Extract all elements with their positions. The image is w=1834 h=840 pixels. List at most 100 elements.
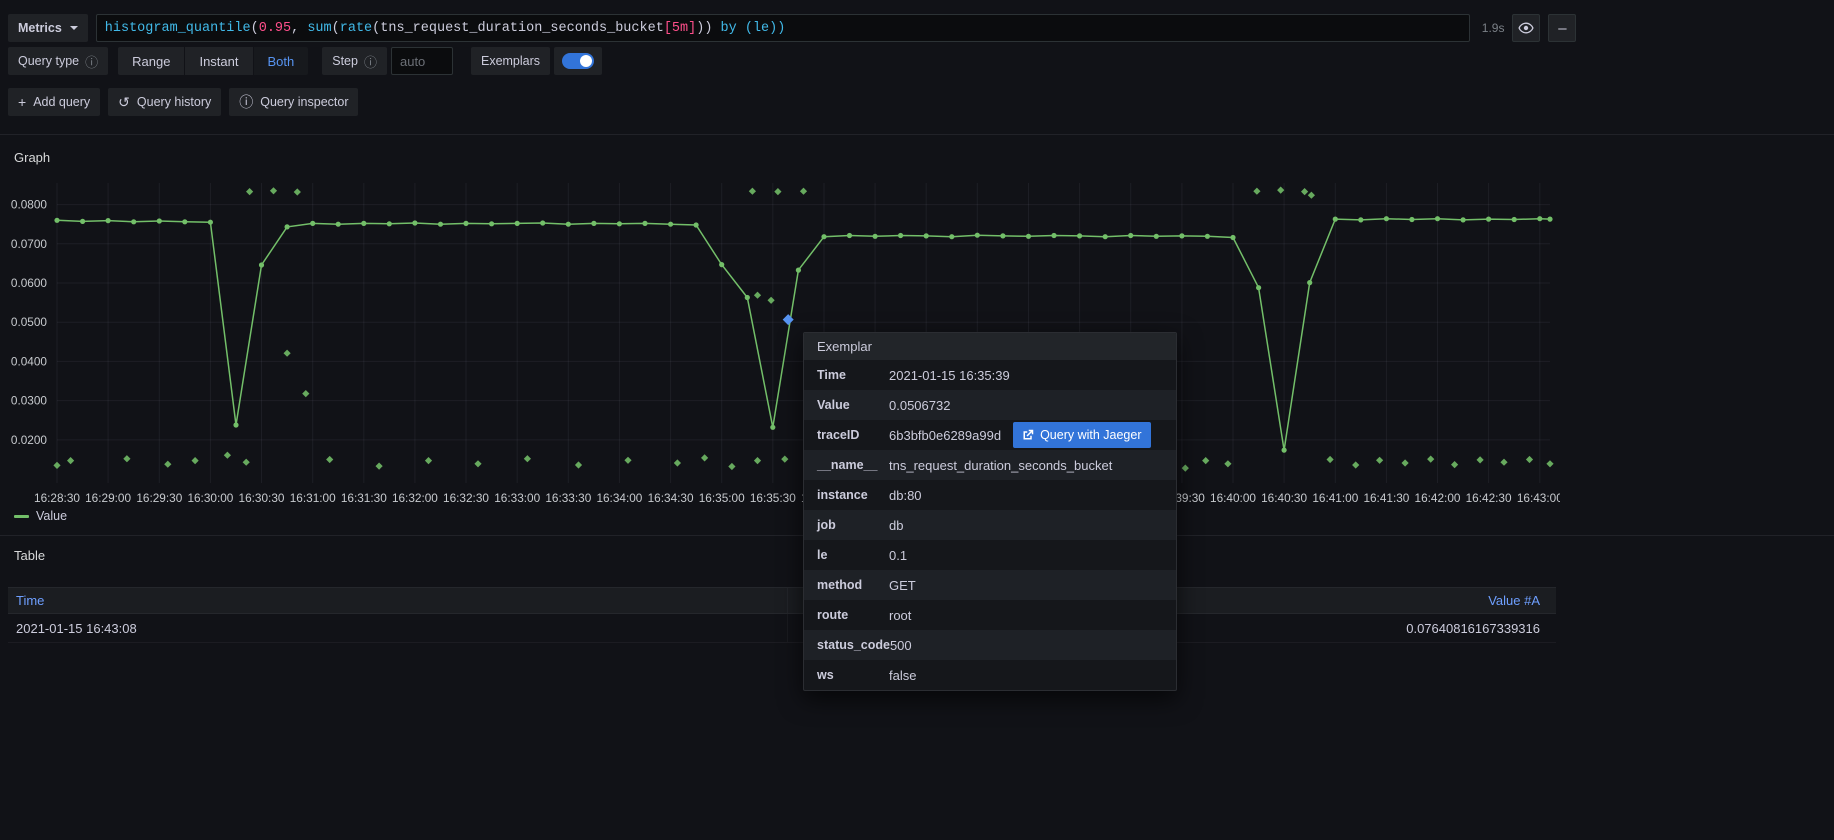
- exemplar-field-label: Value: [804, 398, 889, 412]
- exemplar-field-label: status_code: [804, 638, 890, 652]
- exemplar-field-row: instancedb:80: [804, 480, 1176, 510]
- info-circle-icon[interactable]: ⓘ: [364, 52, 377, 71]
- query-mode-range[interactable]: Range: [118, 47, 184, 75]
- query-editor-section: Metrics histogram_quantile(0.95, sum(rat…: [0, 0, 1834, 135]
- query-mode-group: RangeInstantBoth: [118, 47, 308, 75]
- svg-text:16:32:00: 16:32:00: [392, 491, 438, 505]
- query-mode-both[interactable]: Both: [253, 47, 309, 75]
- table-body: 2021-01-15 16:43:080.07640816167339316: [8, 614, 1556, 643]
- exemplar-field-row: routeroot: [804, 600, 1176, 630]
- svg-text:16:42:30: 16:42:30: [1466, 491, 1512, 505]
- info-circle-icon[interactable]: ⓘ: [85, 52, 98, 71]
- query-token: histogram_quantile: [105, 21, 251, 36]
- graph-panel-title: Graph: [0, 150, 1834, 165]
- step-field-label: Step ⓘ: [322, 47, 387, 75]
- exemplar-field-value: 6b3bfb0e6289a99d: [889, 428, 1001, 443]
- query-inspector-label: Query inspector: [260, 95, 348, 109]
- exemplar-tooltip-body: Time2021-01-15 16:35:39Value0.0506732tra…: [804, 360, 1176, 690]
- exemplar-field-value: 2021-01-15 16:35:39: [889, 368, 1010, 383]
- query-token: tns_request_duration_seconds_bucket: [380, 21, 664, 36]
- exemplar-field-label: job: [804, 518, 889, 532]
- table-row: 2021-01-15 16:43:080.07640816167339316: [8, 614, 1556, 643]
- svg-text:16:43:00: 16:43:00: [1517, 491, 1560, 505]
- query-duration: 1.9s: [1482, 21, 1505, 35]
- exemplar-field-label: ws: [804, 668, 889, 682]
- exemplars-toggle[interactable]: [562, 53, 594, 69]
- query-input[interactable]: histogram_quantile(0.95, sum(rate(tns_re…: [96, 14, 1470, 42]
- exemplar-field-value: tns_request_duration_seconds_bucket: [889, 458, 1112, 473]
- external-link-icon: [1022, 429, 1034, 441]
- metrics-dropdown-button[interactable]: Metrics: [8, 14, 88, 42]
- svg-text:0.0500: 0.0500: [11, 315, 48, 329]
- svg-text:0.0600: 0.0600: [11, 276, 48, 290]
- metrics-label: Metrics: [18, 21, 62, 35]
- info-circle-icon: ⓘ: [239, 92, 253, 112]
- exemplars-toggle-wrap: [554, 47, 602, 75]
- query-history-button[interactable]: ↺ Query history: [108, 88, 221, 116]
- exemplar-field-label: traceID: [804, 428, 889, 442]
- svg-text:0.0700: 0.0700: [11, 237, 48, 251]
- query-mode-instant[interactable]: Instant: [184, 47, 252, 75]
- exemplars-field-label: Exemplars: [471, 47, 550, 75]
- exemplar-field-row: jobdb: [804, 510, 1176, 540]
- query-type-label: Query type: [18, 54, 79, 68]
- svg-text:16:41:30: 16:41:30: [1363, 491, 1409, 505]
- query-token: (: [251, 21, 259, 36]
- history-icon: ↺: [118, 94, 130, 111]
- exemplar-field-value: 500: [890, 638, 912, 653]
- query-token: (: [332, 21, 340, 36]
- table-header-row: TimeValue #A: [8, 587, 1556, 614]
- query-token: [737, 21, 745, 36]
- column-header-time[interactable]: Time: [8, 588, 788, 613]
- query-token: )): [696, 21, 712, 36]
- query-token: rate: [340, 21, 372, 36]
- svg-text:0.0200: 0.0200: [11, 433, 48, 447]
- add-query-button[interactable]: + Add query: [8, 88, 100, 116]
- add-query-label: Add query: [33, 95, 90, 109]
- exemplar-field-value: GET: [889, 578, 916, 593]
- collapse-button[interactable]: –: [1548, 14, 1576, 42]
- svg-text:16:31:00: 16:31:00: [290, 491, 336, 505]
- exemplar-field-value: db:80: [889, 488, 922, 503]
- query-with-jaeger-button[interactable]: Query with Jaeger: [1013, 422, 1150, 448]
- svg-text:0.0800: 0.0800: [11, 198, 48, 212]
- legend-series-label[interactable]: Value: [36, 509, 67, 523]
- svg-text:16:40:30: 16:40:30: [1261, 491, 1307, 505]
- query-token: ,: [291, 21, 307, 36]
- step-input[interactable]: [391, 47, 453, 75]
- step-label: Step: [332, 54, 358, 68]
- svg-text:0.0300: 0.0300: [11, 394, 48, 408]
- exemplar-field-value: false: [889, 668, 916, 683]
- legend-color-swatch: [14, 515, 29, 518]
- exemplar-field-row: methodGET: [804, 570, 1176, 600]
- graph-svg[interactable]: 0.0200 0.0300 0.0400 0.0500 0.0600 0.0700 0.08…: [0, 171, 1560, 507]
- svg-text:16:34:30: 16:34:30: [648, 491, 694, 505]
- exemplar-field-label: route: [804, 608, 889, 622]
- exemplar-field-row: traceID6b3bfb0e6289a99d Query with Jaeger: [804, 420, 1176, 450]
- exemplar-field-value: root: [889, 608, 911, 623]
- exemplars-label: Exemplars: [481, 54, 540, 68]
- results-table: TimeValue #A 2021-01-15 16:43:080.076408…: [8, 587, 1556, 643]
- query-inspector-button[interactable]: ⓘ Query inspector: [229, 88, 358, 116]
- chevron-down-icon: [70, 26, 78, 30]
- preview-button[interactable]: [1512, 14, 1540, 42]
- query-text: histogram_quantile(0.95, sum(rate(tns_re…: [105, 21, 786, 36]
- exemplar-field-row: Value0.0506732: [804, 390, 1176, 420]
- query-token: (le)): [745, 21, 786, 36]
- exemplar-field-label: __name__: [804, 458, 889, 472]
- svg-text:16:41:00: 16:41:00: [1312, 491, 1358, 505]
- query-history-label: Query history: [137, 95, 211, 109]
- svg-text:16:33:00: 16:33:00: [494, 491, 540, 505]
- exemplar-field-value: 0.0506732: [889, 398, 950, 413]
- svg-text:16:35:00: 16:35:00: [699, 491, 745, 505]
- plus-icon: +: [18, 94, 26, 110]
- query-type-field-label: Query type ⓘ: [8, 47, 108, 75]
- table-cell: 2021-01-15 16:43:08: [8, 614, 788, 642]
- exemplar-field-row: status_code500: [804, 630, 1176, 660]
- query-token: by: [721, 21, 737, 36]
- exemplar-field-label: Time: [804, 368, 889, 382]
- svg-text:0.0400: 0.0400: [11, 354, 48, 368]
- svg-text:16:29:00: 16:29:00: [85, 491, 131, 505]
- exemplar-field-value: db: [889, 518, 903, 533]
- svg-text:16:28:30: 16:28:30: [34, 491, 80, 505]
